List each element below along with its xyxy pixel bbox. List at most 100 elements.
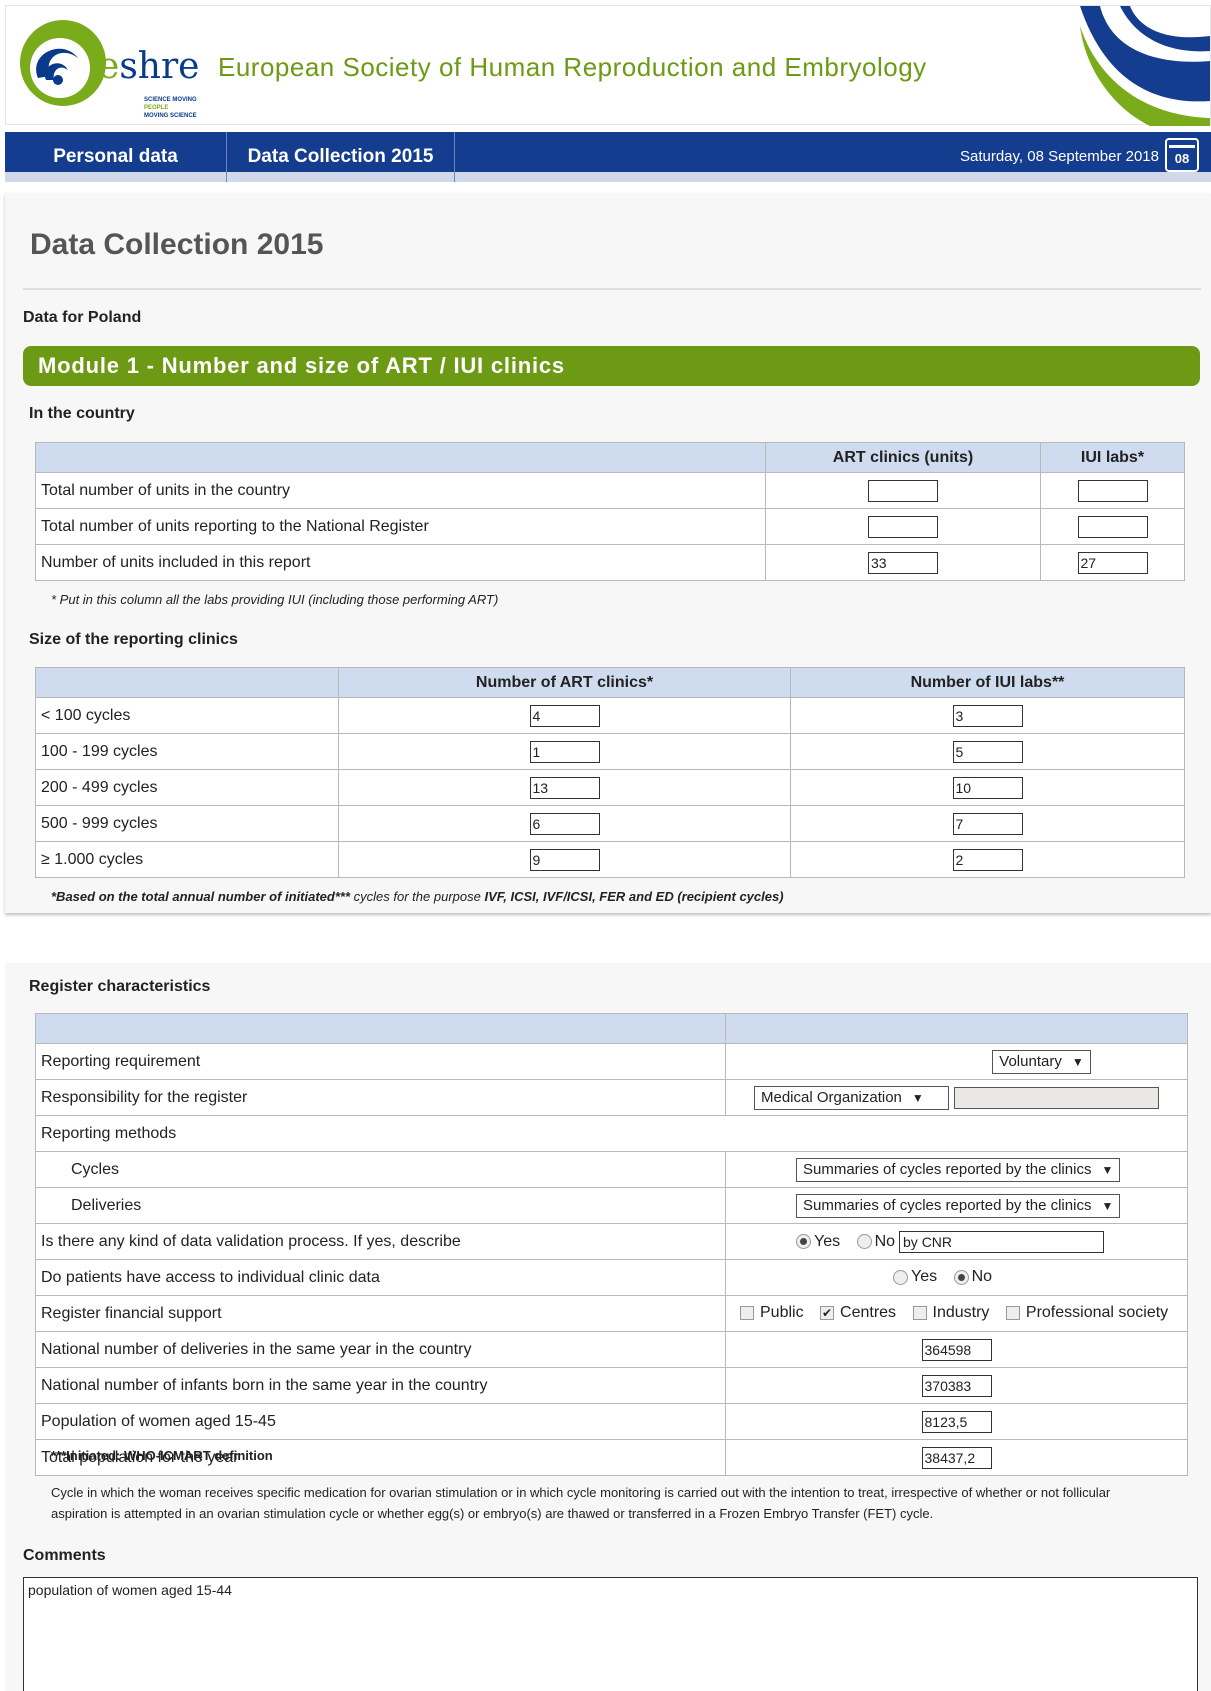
reporting-requirement-select[interactable]: Voluntary ▼	[992, 1049, 1091, 1074]
size-footnote: *Based on the total annual number of ini…	[51, 889, 784, 904]
iui-size-input[interactable]: 10	[952, 776, 1023, 799]
validation-description-input[interactable]: by CNR	[899, 1230, 1105, 1253]
radio-label: Yes	[814, 1232, 841, 1250]
table-row: 200 - 499 cycles 13 10	[35, 769, 1185, 806]
in-country-table: ART clinics (units) IUI labs* Total numb…	[35, 442, 1185, 581]
row-label: 500 - 999 cycles	[35, 805, 339, 842]
row-label: Cycles	[35, 1151, 726, 1188]
country-label: Data for Poland	[23, 309, 142, 326]
definition-title: ***Initiated: WHO-ICMART definition	[51, 1448, 273, 1463]
tab-personal-data[interactable]: Personal data	[5, 132, 227, 182]
dropdown-arrow-icon: ▼	[1101, 1162, 1114, 1177]
public-checkbox[interactable]	[740, 1306, 754, 1321]
iui-included-input[interactable]: 27	[1077, 551, 1148, 574]
row-label: Population of women aged 15-45	[35, 1403, 726, 1440]
logo-swirl-icon	[20, 20, 106, 106]
header-blank	[35, 442, 766, 473]
cycles-method-select[interactable]: Summaries of cycles reported by the clin…	[796, 1157, 1121, 1182]
row-label: Number of units included in this report	[35, 544, 766, 581]
header-iui-labs: IUI labs*	[1040, 442, 1185, 473]
module-header: Module 1 - Number and size of ART / IUI …	[23, 346, 1200, 386]
site-header: eshre SCIENCE MOVING PEOPLE MOVING SCIEN…	[5, 5, 1211, 126]
validation-no-radio[interactable]	[856, 1234, 872, 1249]
iui-total-input[interactable]	[1077, 479, 1148, 502]
dropdown-arrow-icon: ▼	[911, 1090, 924, 1105]
responsibility-select[interactable]: Medical Organization ▼	[754, 1085, 949, 1110]
art-size-input[interactable]: 1	[529, 740, 600, 763]
row-label: Reporting requirement	[35, 1043, 726, 1080]
comments-label: Comments	[23, 1547, 106, 1564]
calendar-day: 08	[1174, 151, 1190, 166]
infants-count-input[interactable]: 370383	[921, 1374, 992, 1397]
select-value: Summaries of cycles reported by the clin…	[803, 1160, 1092, 1178]
women-population-input[interactable]: 8123,5	[921, 1410, 992, 1433]
table-row: Do patients have access to individual cl…	[35, 1259, 1188, 1296]
comments-textarea[interactable]: population of women aged 15-44	[23, 1577, 1198, 1691]
site-title: European Society of Human Reproduction a…	[218, 52, 927, 82]
table-row: < 100 cycles 4 3	[35, 697, 1185, 734]
dropdown-arrow-icon: ▼	[1071, 1054, 1084, 1069]
row-label: Reporting methods	[35, 1115, 1188, 1152]
select-value: Voluntary	[999, 1052, 1062, 1070]
table-row: Reporting methods	[35, 1115, 1188, 1152]
definition-text: Cycle in which the woman receives specif…	[51, 1485, 1111, 1521]
row-label: Do patients have access to individual cl…	[35, 1259, 726, 1296]
row-label: 200 - 499 cycles	[35, 769, 339, 806]
checkbox-label: Industry	[932, 1304, 990, 1322]
tab-data-collection[interactable]: Data Collection 2015	[227, 132, 455, 182]
logo-tagline: SCIENCE MOVING PEOPLE MOVING SCIENCE	[144, 97, 197, 119]
responsibility-other-input[interactable]	[954, 1086, 1159, 1109]
centres-checkbox[interactable]: ✔	[820, 1306, 835, 1321]
table-row: Number of units included in this report …	[35, 544, 1185, 581]
table-row: 100 - 199 cycles 1 5	[35, 733, 1185, 770]
table-row: 500 - 999 cycles 6 7	[35, 805, 1185, 842]
table-row: Register financial support Public ✔ Centr…	[35, 1295, 1188, 1332]
module-panel: Data Collection 2015 Data for Poland Mod…	[5, 193, 1211, 913]
current-date: Saturday, 08 September 2018	[959, 148, 1159, 165]
table-row: Reporting requirement Voluntary ▼	[35, 1043, 1188, 1080]
header-iui-count: Number of IUI labs**	[790, 667, 1185, 698]
divider	[23, 288, 1201, 290]
row-label: Is there any kind of data validation pro…	[35, 1223, 726, 1260]
header-blank	[725, 1013, 1188, 1044]
access-yes-radio[interactable]	[893, 1269, 908, 1285]
iui-size-input[interactable]: 2	[952, 848, 1023, 871]
total-population-input[interactable]: 38437,2	[921, 1446, 992, 1469]
iui-size-input[interactable]: 7	[952, 812, 1023, 835]
validation-yes-radio[interactable]	[796, 1234, 811, 1249]
art-size-input[interactable]: 9	[529, 848, 600, 871]
row-label: Total number of units reporting to the N…	[35, 508, 766, 545]
calendar-icon: 08	[1165, 138, 1199, 172]
deliveries-method-select[interactable]: Summaries of cycles reported by the clin…	[796, 1193, 1121, 1218]
table-row: Responsibility for the register Medical …	[35, 1079, 1188, 1116]
iui-size-input[interactable]: 3	[952, 704, 1023, 727]
art-size-input[interactable]: 6	[529, 812, 600, 835]
footnote-bold: *Based on the total annual number of ini…	[51, 889, 351, 904]
table-row: National number of deliveries in the sam…	[35, 1331, 1188, 1368]
iui-size-input[interactable]: 5	[952, 740, 1023, 763]
row-label: National number of deliveries in the sam…	[35, 1331, 726, 1368]
iui-reporting-input[interactable]	[1077, 515, 1148, 538]
table-row: Deliveries Summaries of cycles reported …	[35, 1187, 1188, 1224]
professional-society-checkbox[interactable]	[1005, 1306, 1020, 1321]
radio-label: No	[874, 1232, 896, 1250]
register-label: Register characteristics	[29, 978, 211, 995]
deliveries-count-input[interactable]: 364598	[921, 1338, 992, 1361]
industry-checkbox[interactable]	[912, 1306, 927, 1321]
table-row: Cycles Summaries of cycles reported by t…	[35, 1151, 1188, 1188]
row-label: ≥ 1.000 cycles	[35, 841, 339, 878]
decorative-swoosh-icon	[1080, 6, 1210, 126]
eshre-logo[interactable]: eshre SCIENCE MOVING PEOPLE MOVING SCIEN…	[18, 18, 200, 119]
row-label: National number of infants born in the s…	[35, 1367, 726, 1404]
art-included-input[interactable]: 33	[868, 551, 938, 574]
radio-label: No	[971, 1268, 993, 1286]
checkbox-label: Centres	[840, 1304, 897, 1322]
art-size-input[interactable]: 4	[529, 704, 600, 727]
art-total-input[interactable]	[868, 479, 938, 502]
access-no-radio[interactable]	[953, 1269, 969, 1285]
page-title: Data Collection 2015	[30, 228, 324, 261]
table-row: ≥ 1.000 cycles 9 2	[35, 841, 1185, 878]
art-reporting-input[interactable]	[868, 515, 938, 538]
table-row: Population of women aged 15-45 8123,5	[35, 1403, 1188, 1440]
art-size-input[interactable]: 13	[529, 776, 600, 799]
